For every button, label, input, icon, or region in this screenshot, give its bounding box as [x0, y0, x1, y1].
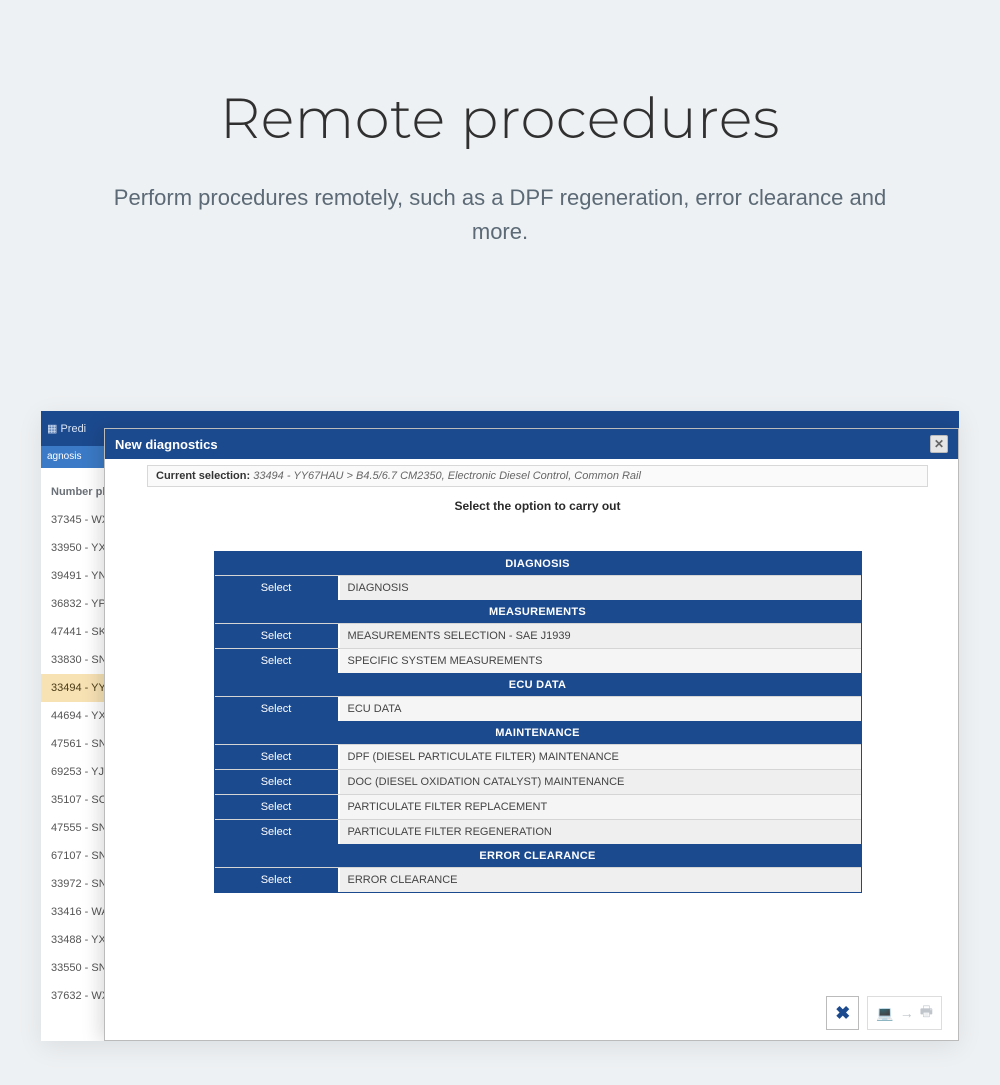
select-button[interactable]: Select — [215, 745, 340, 769]
option-row: SelectDIAGNOSIS — [215, 575, 861, 600]
page-title: Remote procedures — [0, 85, 1000, 153]
tab-diagnosis[interactable]: agnosis — [47, 451, 81, 462]
close-icon: ✕ — [934, 437, 944, 451]
current-selection-label: Current selection: — [156, 470, 250, 482]
laptop-icon: 💻 — [876, 1005, 893, 1022]
option-label: DOC (DIESEL OXIDATION CATALYST) MAINTENA… — [340, 770, 861, 794]
option-label: DPF (DIESEL PARTICULATE FILTER) MAINTENA… — [340, 745, 861, 769]
select-button[interactable]: Select — [215, 770, 340, 794]
modal-title: New diagnostics — [115, 437, 218, 452]
transfer-button[interactable]: 💻 → 🖶 — [867, 996, 942, 1030]
select-button[interactable]: Select — [215, 795, 340, 819]
page-subtitle: Perform procedures remotely, such as a D… — [90, 181, 910, 249]
option-label: MEASUREMENTS SELECTION - SAE J1939 — [340, 624, 861, 648]
option-label: PARTICULATE FILTER REPLACEMENT — [340, 795, 861, 819]
option-label: DIAGNOSIS — [340, 576, 861, 600]
option-label: ERROR CLEARANCE — [340, 868, 861, 892]
option-label: PARTICULATE FILTER REGENERATION — [340, 820, 861, 844]
option-row: SelectPARTICULATE FILTER REGENERATION — [215, 819, 861, 844]
modal-close-button[interactable]: ✕ — [930, 435, 948, 453]
select-button[interactable]: Select — [215, 649, 340, 673]
option-row: SelectMEASUREMENTS SELECTION - SAE J1939 — [215, 623, 861, 648]
option-row: SelectSPECIFIC SYSTEM MEASUREMENTS — [215, 648, 861, 673]
app-logo: ▦ Predi — [47, 422, 86, 435]
option-row: SelectDOC (DIESEL OXIDATION CATALYST) MA… — [215, 769, 861, 794]
category-header: DIAGNOSIS — [215, 552, 861, 575]
modal-footer: ✖ 💻 → 🖶 — [826, 996, 942, 1030]
option-label: ECU DATA — [340, 697, 861, 721]
select-button[interactable]: Select — [215, 697, 340, 721]
category-header: ERROR CLEARANCE — [215, 844, 861, 867]
option-row: SelectPARTICULATE FILTER REPLACEMENT — [215, 794, 861, 819]
select-button[interactable]: Select — [215, 576, 340, 600]
cancel-button[interactable]: ✖ — [826, 996, 859, 1030]
select-button[interactable]: Select — [215, 624, 340, 648]
category-header: ECU DATA — [215, 673, 861, 696]
option-row: SelectDPF (DIESEL PARTICULATE FILTER) MA… — [215, 744, 861, 769]
x-icon: ✖ — [835, 1003, 850, 1024]
current-selection-value: 33494 - YY67HAU > B4.5/6.7 CM2350, Elect… — [253, 470, 641, 482]
category-header: MAINTENANCE — [215, 721, 861, 744]
current-selection-bar: Current selection: 33494 - YY67HAU > B4.… — [147, 465, 928, 487]
app-screenshot: ▦ Predi agnosis Number pl 37345 - WX3395… — [41, 411, 959, 1041]
modal-instruction: Select the option to carry out — [147, 499, 928, 513]
option-row: SelectECU DATA — [215, 696, 861, 721]
option-label: SPECIFIC SYSTEM MEASUREMENTS — [340, 649, 861, 673]
select-button[interactable]: Select — [215, 820, 340, 844]
printer-icon: 🖶 — [920, 1001, 933, 1025]
arrow-right-icon: → — [900, 1005, 914, 1021]
new-diagnostics-modal: New diagnostics ✕ Current selection: 334… — [104, 428, 959, 1041]
options-grid: DIAGNOSISSelectDIAGNOSISMEASUREMENTSSele… — [214, 551, 862, 893]
category-header: MEASUREMENTS — [215, 600, 861, 623]
modal-header: New diagnostics ✕ — [105, 429, 958, 459]
option-row: SelectERROR CLEARANCE — [215, 867, 861, 892]
select-button[interactable]: Select — [215, 868, 340, 892]
